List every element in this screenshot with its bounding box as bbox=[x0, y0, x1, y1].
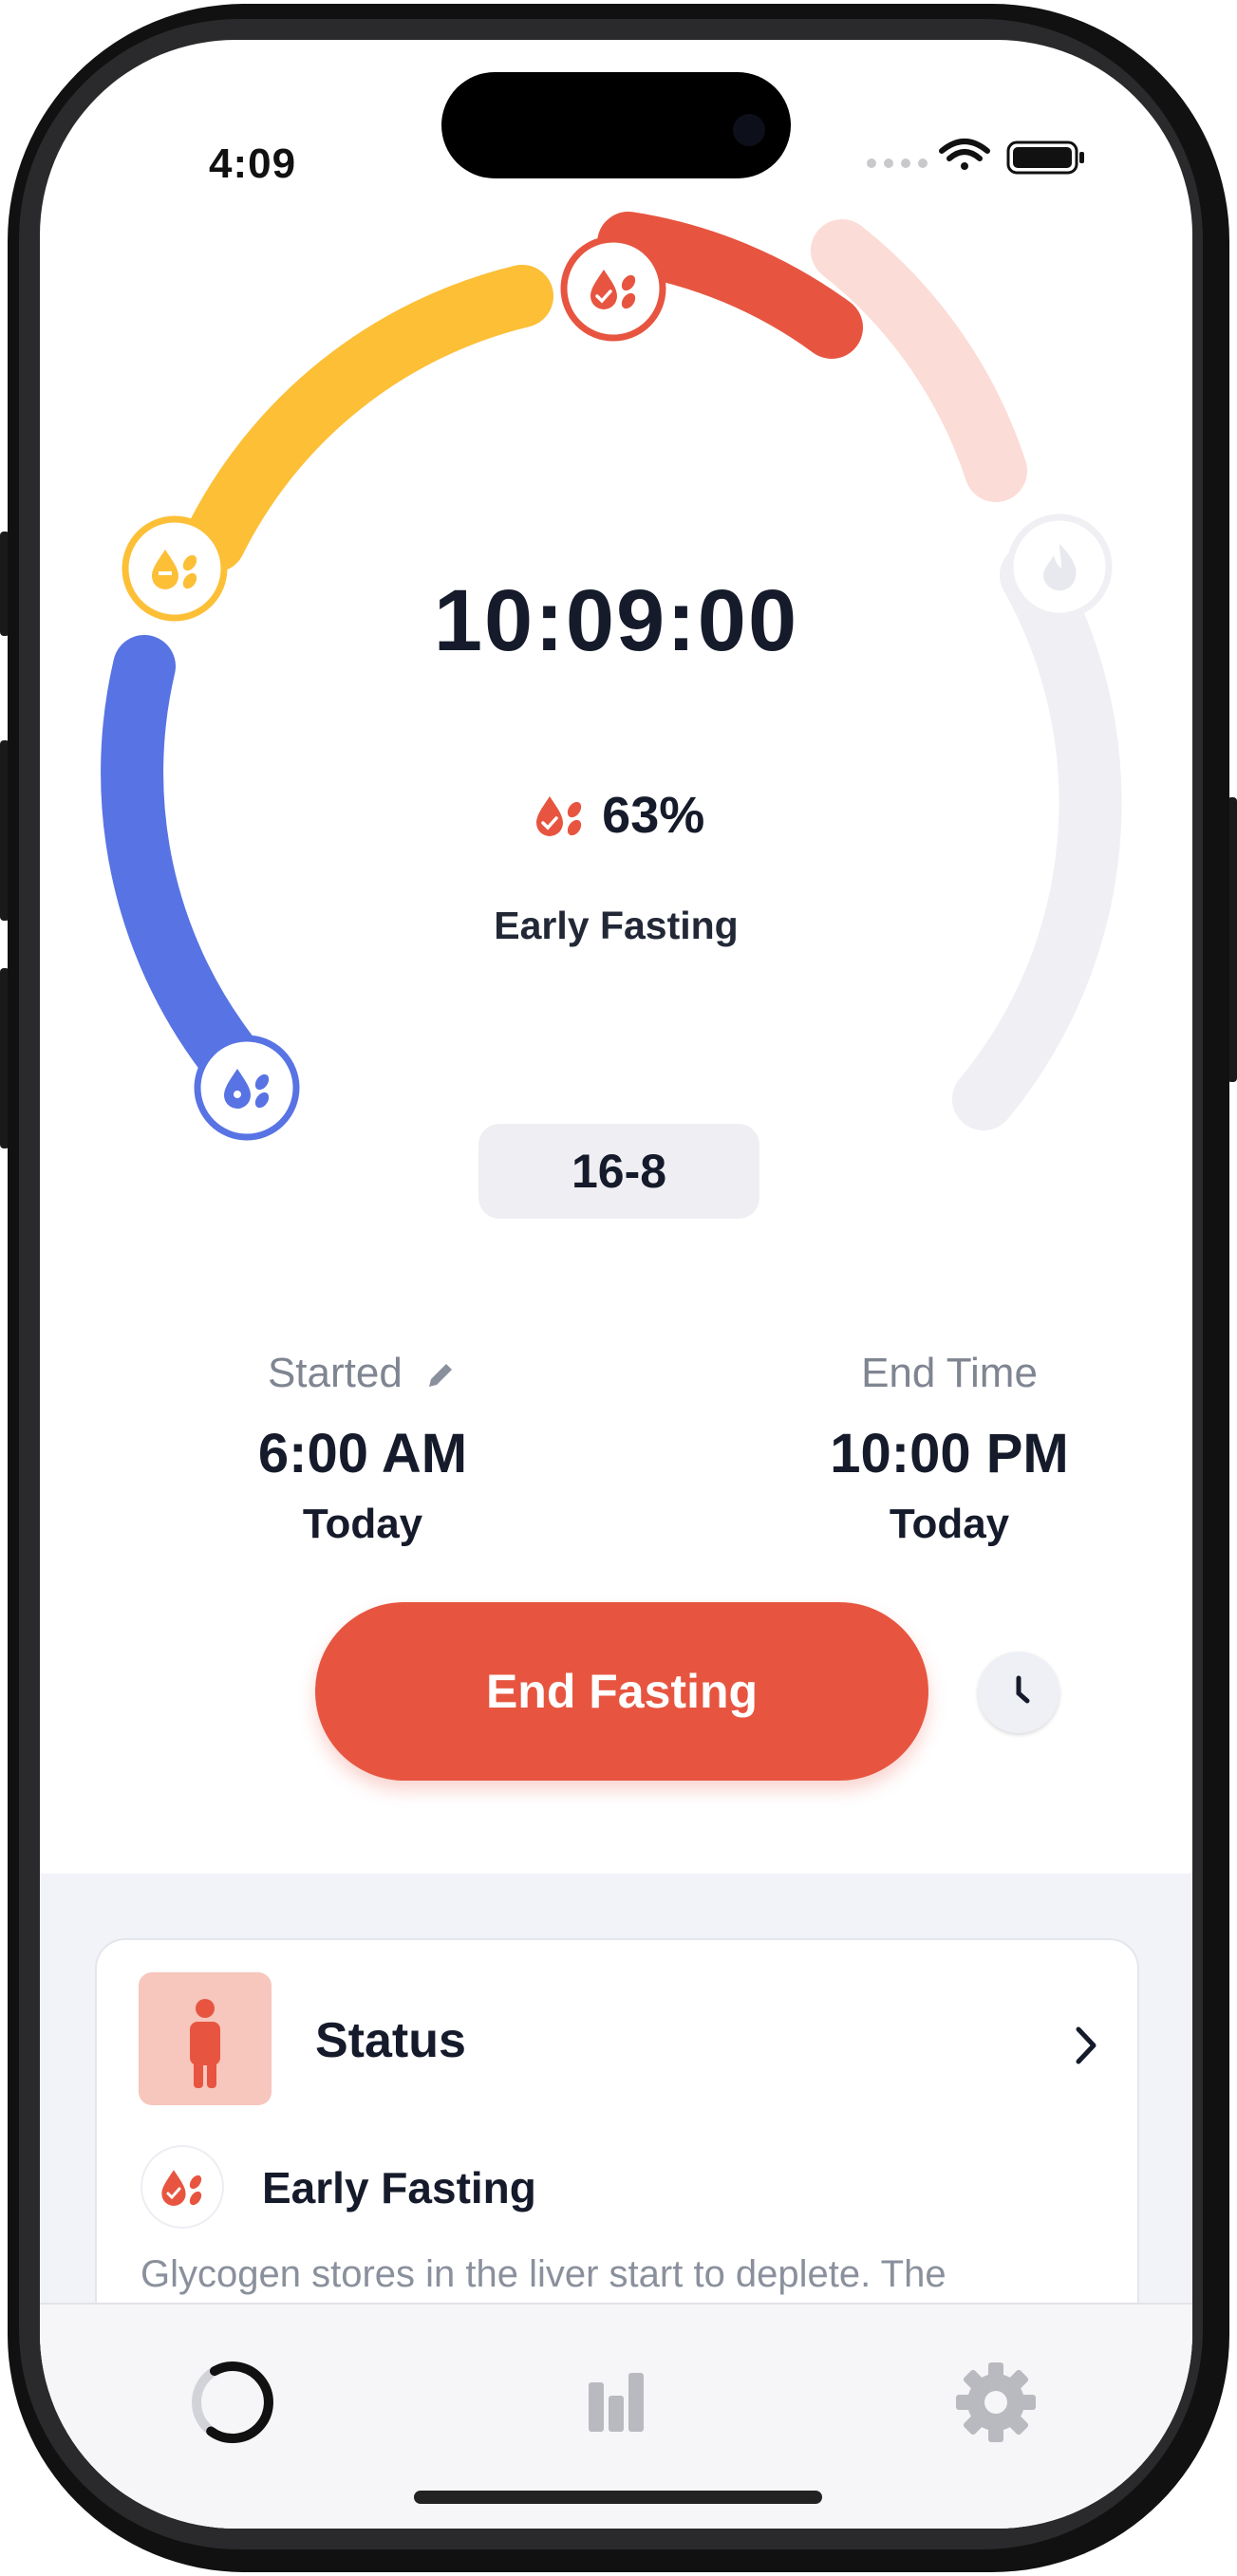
bar-chart-icon bbox=[589, 2373, 644, 2432]
start-day: Today bbox=[302, 1501, 423, 1547]
status-card-title: Status bbox=[315, 2013, 466, 2068]
stage-marker-early-fasting bbox=[560, 235, 666, 342]
early-fasting-icon bbox=[161, 2170, 202, 2206]
edit-pencil-icon[interactable] bbox=[423, 1358, 458, 1392]
end-time: 10:00 PM bbox=[830, 1423, 1069, 1484]
end-time-block: End Time 10:00 PM Today bbox=[769, 1350, 1130, 1548]
start-time: 6:00 AM bbox=[257, 1423, 468, 1484]
fasting-plan-button[interactable]: 16-8 bbox=[478, 1124, 759, 1219]
status-tile bbox=[139, 1972, 272, 2105]
gauge-segment-blood-sugar-falling bbox=[183, 265, 553, 572]
phase-description: Glycogen stores in the liver start to de… bbox=[141, 2253, 946, 2295]
gear-icon bbox=[956, 2362, 1036, 2442]
early-fasting-icon bbox=[535, 796, 581, 836]
end-fasting-button[interactable]: End Fasting bbox=[315, 1602, 928, 1781]
start-label-row: Started bbox=[182, 1350, 543, 1403]
ring-icon bbox=[192, 2361, 273, 2444]
progress-percent-row: 63% bbox=[40, 786, 1192, 845]
start-label: Started bbox=[267, 1350, 403, 1396]
history-button[interactable] bbox=[978, 1652, 1059, 1733]
end-label: End Time bbox=[861, 1350, 1038, 1396]
phase-icon-circle bbox=[141, 2145, 224, 2229]
gauge-segment-blood-sugar-rising bbox=[101, 635, 257, 1084]
phone-frame: 4:09 10:09:00 63% Early Fasting 16-8 Sta… bbox=[0, 0, 1237, 2576]
home-indicator[interactable] bbox=[414, 2491, 822, 2504]
person-icon bbox=[190, 1999, 220, 2088]
start-time-block[interactable]: Started 6:00 AM Today bbox=[182, 1350, 543, 1548]
gauge-track-early-fasting bbox=[811, 219, 1027, 502]
progress-percent: 63% bbox=[602, 787, 705, 844]
elapsed-timer: 10:09:00 bbox=[433, 572, 799, 669]
app-screen: 4:09 10:09:00 63% Early Fasting 16-8 Sta… bbox=[40, 40, 1192, 2529]
current-phase-label: Early Fasting bbox=[494, 904, 739, 947]
chevron-right-icon[interactable] bbox=[1067, 2022, 1105, 2069]
end-day: Today bbox=[889, 1501, 1010, 1547]
tab-stats[interactable] bbox=[564, 2350, 668, 2455]
tab-timer[interactable] bbox=[180, 2350, 285, 2455]
phase-title: Early Fasting bbox=[262, 2163, 536, 2212]
stage-marker-blood-sugar-rising bbox=[194, 1035, 300, 1141]
tab-settings[interactable] bbox=[944, 2350, 1048, 2455]
clock-icon bbox=[1016, 1675, 1030, 1704]
